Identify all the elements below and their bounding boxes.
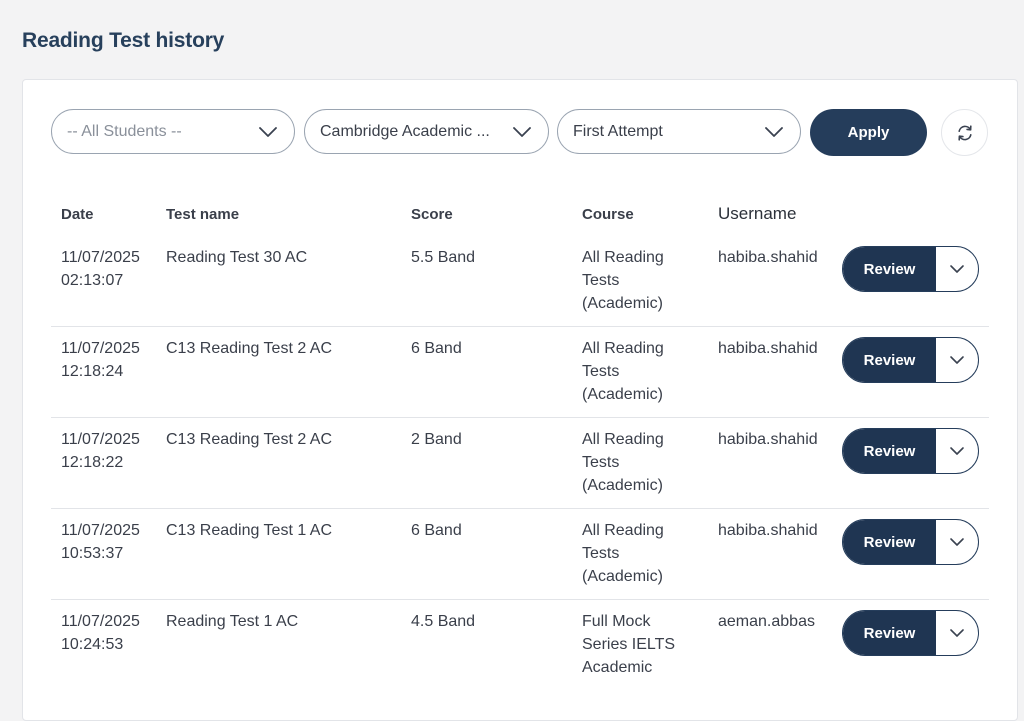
score-cell: 5.5 Band <box>411 249 476 266</box>
course-line: (Academic) <box>582 295 663 312</box>
table-row: 11/07/2025 12:18:22 C13 Reading Test 2 AC 2… <box>51 418 989 509</box>
table-row: 11/07/2025 10:24:53 Reading Test 1 AC 4.5 B… <box>51 600 989 690</box>
test-name-cell: C13 Reading Test 2 AC <box>166 431 333 448</box>
chevron-down-icon <box>949 537 965 547</box>
time-value: 10:53:37 <box>61 545 124 562</box>
username-cell: habiba.shahid <box>718 431 818 448</box>
test-name-cell: C13 Reading Test 2 AC <box>166 340 333 357</box>
table-row: 11/07/2025 10:53:37 C13 Reading Test 1 AC 6… <box>51 509 989 600</box>
header-date: Date <box>61 206 94 223</box>
course-line: All Reading <box>582 431 664 448</box>
review-dropdown-toggle[interactable] <box>936 611 978 655</box>
review-button[interactable]: Review <box>843 520 936 564</box>
review-split-button: Review <box>842 337 979 383</box>
course-cell: All Reading Tests (Academic) <box>582 246 702 315</box>
course-line: (Academic) <box>582 477 663 494</box>
review-split-button: Review <box>842 246 979 292</box>
course-line: All Reading <box>582 249 664 266</box>
username-cell: aeman.abbas <box>718 613 815 630</box>
review-button[interactable]: Review <box>843 611 936 655</box>
page-title: Reading Test history <box>22 29 225 52</box>
course-line: (Academic) <box>582 568 663 585</box>
date-value: 11/07/2025 <box>61 522 140 539</box>
course-cell: All Reading Tests (Academic) <box>582 428 702 497</box>
time-value: 10:24:53 <box>61 636 124 653</box>
date-cell: 11/07/2025 10:53:37 <box>61 519 161 565</box>
course-line: Tests <box>582 545 620 562</box>
chevron-down-icon <box>949 264 965 274</box>
course-line: All Reading <box>582 340 664 357</box>
username-cell: habiba.shahid <box>718 522 818 539</box>
table-body: 11/07/2025 02:13:07 Reading Test 30 AC 5.5 … <box>51 236 989 690</box>
table-row: 11/07/2025 12:18:24 C13 Reading Test 2 AC 6… <box>51 327 989 418</box>
student-select[interactable]: -- All Students -- <box>51 109 295 154</box>
chevron-down-icon <box>949 446 965 456</box>
history-table: Date Test name Score Course Username 11/… <box>51 200 989 690</box>
test-name-cell: Reading Test 30 AC <box>166 249 308 266</box>
course-line: Series IELTS <box>582 636 676 653</box>
refresh-button[interactable] <box>941 109 988 156</box>
date-value: 11/07/2025 <box>61 340 140 357</box>
apply-button[interactable]: Apply <box>810 109 927 156</box>
date-value: 11/07/2025 <box>61 249 140 266</box>
review-button[interactable]: Review <box>843 429 936 473</box>
table-header: Date Test name Score Course Username <box>51 200 989 236</box>
chevron-down-icon <box>949 355 965 365</box>
date-value: 11/07/2025 <box>61 613 140 630</box>
chevron-down-icon <box>512 122 532 142</box>
course-cell: All Reading Tests (Academic) <box>582 519 702 588</box>
course-line: All Reading <box>582 522 664 539</box>
date-cell: 11/07/2025 02:13:07 <box>61 246 161 292</box>
test-name-cell: C13 Reading Test 1 AC <box>166 522 333 539</box>
time-value: 12:18:24 <box>61 363 124 380</box>
attempt-select-value: First Attempt <box>573 122 663 140</box>
refresh-icon <box>955 123 975 143</box>
attempt-select[interactable]: First Attempt <box>557 109 801 154</box>
test-name-cell: Reading Test 1 AC <box>166 613 299 630</box>
score-cell: 4.5 Band <box>411 613 476 630</box>
review-dropdown-toggle[interactable] <box>936 429 978 473</box>
course-select-value: Cambridge Academic ... <box>320 122 490 140</box>
score-cell: 2 Band <box>411 431 462 448</box>
course-cell: Full Mock Series IELTS Academic <box>582 610 702 679</box>
date-cell: 11/07/2025 12:18:24 <box>61 337 161 383</box>
time-value: 12:18:22 <box>61 454 124 471</box>
header-test-name: Test name <box>166 206 240 223</box>
review-button[interactable]: Review <box>843 338 936 382</box>
chevron-down-icon <box>764 122 784 142</box>
course-select[interactable]: Cambridge Academic ... <box>304 109 549 154</box>
chevron-down-icon <box>258 122 278 142</box>
score-cell: 6 Band <box>411 340 462 357</box>
course-line: Full Mock <box>582 613 651 630</box>
history-card: -- All Students -- Cambridge Academic ..… <box>22 79 1018 721</box>
header-username: Username <box>718 204 797 223</box>
course-line: Tests <box>582 272 620 289</box>
username-cell: habiba.shahid <box>718 340 818 357</box>
course-cell: All Reading Tests (Academic) <box>582 337 702 406</box>
username-cell: habiba.shahid <box>718 249 818 266</box>
date-value: 11/07/2025 <box>61 431 140 448</box>
time-value: 02:13:07 <box>61 272 124 289</box>
course-line: Academic <box>582 659 653 676</box>
review-dropdown-toggle[interactable] <box>936 338 978 382</box>
course-line: (Academic) <box>582 386 663 403</box>
review-split-button: Review <box>842 610 979 656</box>
review-dropdown-toggle[interactable] <box>936 520 978 564</box>
student-select-value: -- All Students -- <box>67 122 182 140</box>
date-cell: 11/07/2025 10:24:53 <box>61 610 161 656</box>
review-dropdown-toggle[interactable] <box>936 247 978 291</box>
course-line: Tests <box>582 454 620 471</box>
review-split-button: Review <box>842 519 979 565</box>
course-line: Tests <box>582 363 620 380</box>
table-row: 11/07/2025 02:13:07 Reading Test 30 AC 5.5 … <box>51 236 989 327</box>
score-cell: 6 Band <box>411 522 462 539</box>
header-score: Score <box>411 206 453 223</box>
date-cell: 11/07/2025 12:18:22 <box>61 428 161 474</box>
review-split-button: Review <box>842 428 979 474</box>
header-course: Course <box>582 206 634 223</box>
review-button[interactable]: Review <box>843 247 936 291</box>
chevron-down-icon <box>949 628 965 638</box>
